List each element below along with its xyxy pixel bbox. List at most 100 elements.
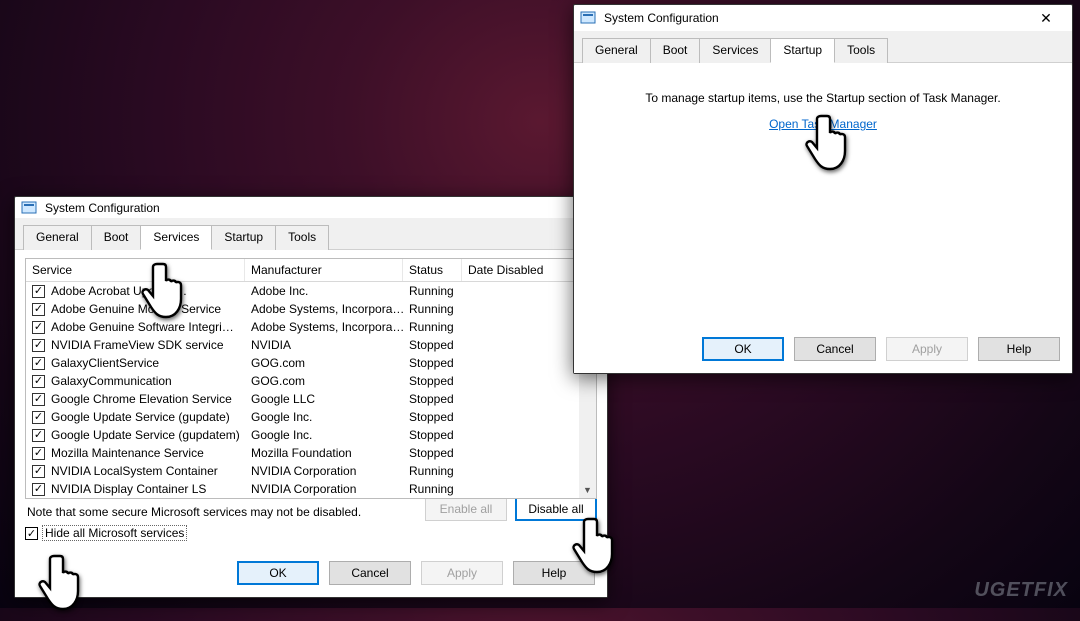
tab-general[interactable]: General — [23, 225, 92, 250]
cell-service: GalaxyCommunication — [51, 374, 251, 388]
cell-status: Stopped — [409, 338, 469, 352]
open-task-manager-link[interactable]: Open Task Manager — [769, 117, 877, 131]
cell-manufacturer: Google LLC — [251, 392, 409, 406]
checkbox-icon: ✓ — [25, 527, 38, 540]
checkbox-icon[interactable]: ✓ — [32, 429, 45, 442]
tabs-row: General Boot Services Startup Tools — [15, 218, 607, 250]
checkbox-icon[interactable]: ✓ — [32, 339, 45, 352]
table-row[interactable]: ✓ Google Update Service (gupdatem)Google … — [26, 426, 596, 444]
col-status[interactable]: Status — [403, 259, 462, 281]
ok-button[interactable]: OK — [237, 561, 319, 585]
close-button[interactable]: ✕ — [1026, 6, 1066, 30]
cell-manufacturer: NVIDIA Corporation — [251, 482, 409, 496]
cell-service: Google Chrome Elevation Service — [51, 392, 251, 406]
table-row[interactable]: ✓Google Update Service (gupdate)Google I… — [26, 408, 596, 426]
cancel-button[interactable]: Cancel — [329, 561, 411, 585]
tab-boot[interactable]: Boot — [650, 38, 701, 63]
enable-all-button[interactable]: Enable all — [425, 497, 507, 521]
disable-all-button[interactable]: Disable all — [515, 497, 597, 521]
table-row[interactable]: ✓ NVIDIA LocalSystem ContainerNVIDIA Corp… — [26, 462, 596, 480]
cell-manufacturer: GOG.com — [251, 374, 409, 388]
dialog-buttons: OK Cancel Apply Help — [15, 551, 607, 597]
table-row[interactable]: ✓GalaxyClientServiceGOG.comStopped — [26, 354, 596, 372]
watermark: UGETFIX — [974, 579, 1068, 602]
cell-status: Stopped — [409, 428, 469, 442]
cell-manufacturer: NVIDIA — [251, 338, 409, 352]
col-service[interactable]: Service — [26, 259, 245, 281]
table-row[interactable]: ✓ Adobe Genuine Monitor ServiceAdobe Syst… — [26, 300, 596, 318]
checkbox-icon[interactable]: ✓ — [32, 411, 45, 424]
tabs-row: General Boot Services Startup Tools — [574, 31, 1072, 63]
scroll-down-icon[interactable]: ▼ — [579, 481, 596, 498]
cell-manufacturer: Mozilla Foundation — [251, 446, 409, 460]
titlebar[interactable]: System Configuration — [15, 197, 607, 218]
cell-status: Stopped — [409, 374, 469, 388]
startup-panel: To manage startup items, use the Startup… — [574, 63, 1072, 327]
cell-status: Running — [409, 302, 469, 316]
services-table: Service Manufacturer Status Date Disable… — [25, 258, 597, 499]
table-row[interactable]: ✓ Google Chrome Elevation ServiceGoogle L… — [26, 390, 596, 408]
checkbox-icon[interactable]: ✓ — [32, 465, 45, 478]
cancel-button[interactable]: Cancel — [794, 337, 876, 361]
help-button[interactable]: Help — [978, 337, 1060, 361]
cell-status: Running — [409, 464, 469, 478]
checkbox-icon[interactable]: ✓ — [32, 393, 45, 406]
checkbox-icon[interactable]: ✓ — [32, 483, 45, 496]
window-title: System Configuration — [45, 201, 160, 215]
cell-status: Running — [409, 284, 469, 298]
apply-button[interactable]: Apply — [886, 337, 968, 361]
checkbox-icon[interactable]: ✓ — [32, 357, 45, 370]
tab-services[interactable]: Services — [140, 225, 212, 250]
checkbox-icon[interactable]: ✓ — [32, 321, 45, 334]
cell-status: Stopped — [409, 410, 469, 424]
table-row[interactable]: ✓ NVIDIA Display Container LSNVIDIA Corpo… — [26, 480, 596, 498]
cell-manufacturer: Adobe Inc. — [251, 284, 409, 298]
apply-button[interactable]: Apply — [421, 561, 503, 585]
cell-manufacturer: NVIDIA Corporation — [251, 464, 409, 478]
cell-status: Stopped — [409, 446, 469, 460]
system-configuration-services-window: System Configuration General Boot Servic… — [14, 196, 608, 598]
tab-boot[interactable]: Boot — [91, 225, 142, 250]
startup-message: To manage startup items, use the Startup… — [645, 91, 1000, 105]
cell-status: Stopped — [409, 392, 469, 406]
cell-service: Adobe Acrobat Update … — [51, 284, 251, 298]
table-row[interactable]: ✓ Adobe Genuine Software Integri…Adobe Sy… — [26, 318, 596, 336]
checkbox-icon[interactable]: ✓ — [32, 285, 45, 298]
cell-status: Running — [409, 320, 469, 334]
table-row[interactable]: ✓ GalaxyCommunicationGOG.comStopped — [26, 372, 596, 390]
cell-service: Adobe Genuine Software Integri… — [51, 320, 251, 334]
cell-status: Stopped — [409, 356, 469, 370]
help-button[interactable]: Help — [513, 561, 595, 585]
cell-manufacturer: Adobe Systems, Incorpora… — [251, 320, 409, 334]
tab-tools[interactable]: Tools — [834, 38, 888, 63]
app-icon — [21, 200, 37, 216]
close-icon: ✕ — [1040, 11, 1052, 25]
checkbox-icon[interactable]: ✓ — [32, 303, 45, 316]
services-panel: Service Manufacturer Status Date Disable… — [15, 250, 607, 551]
dialog-buttons: OK Cancel Apply Help — [574, 327, 1072, 373]
hide-ms-services-checkbox[interactable]: ✓ Hide all Microsoft services — [25, 525, 187, 541]
window-title: System Configuration — [604, 11, 719, 25]
cell-service: Google Update Service (gupdatem) — [51, 428, 251, 442]
cell-service: Adobe Genuine Monitor Service — [51, 302, 251, 316]
ok-button[interactable]: OK — [702, 337, 784, 361]
checkbox-icon[interactable]: ✓ — [32, 375, 45, 388]
tab-startup[interactable]: Startup — [770, 38, 835, 63]
tab-services[interactable]: Services — [699, 38, 771, 63]
cell-service: NVIDIA LocalSystem Container — [51, 464, 251, 478]
table-row[interactable]: ✓ Mozilla Maintenance ServiceMozilla Foun… — [26, 444, 596, 462]
tab-startup[interactable]: Startup — [211, 225, 276, 250]
titlebar[interactable]: System Configuration ✕ — [574, 5, 1072, 31]
col-manufacturer[interactable]: Manufacturer — [245, 259, 403, 281]
cell-manufacturer: Adobe Systems, Incorpora… — [251, 302, 409, 316]
tab-tools[interactable]: Tools — [275, 225, 329, 250]
cell-service: NVIDIA Display Container LS — [51, 482, 251, 496]
checkbox-icon[interactable]: ✓ — [32, 447, 45, 460]
table-row[interactable]: ✓ Adobe Acrobat Update …Adobe Inc.Running — [26, 282, 596, 300]
cell-service: Mozilla Maintenance Service — [51, 446, 251, 460]
table-row[interactable]: ✓NVIDIA FrameView SDK serviceNVIDIAStopp… — [26, 336, 596, 354]
cell-service: Google Update Service (gupdate) — [51, 410, 251, 424]
cell-manufacturer: Google Inc. — [251, 428, 409, 442]
tab-general[interactable]: General — [582, 38, 651, 63]
cell-manufacturer: GOG.com — [251, 356, 409, 370]
